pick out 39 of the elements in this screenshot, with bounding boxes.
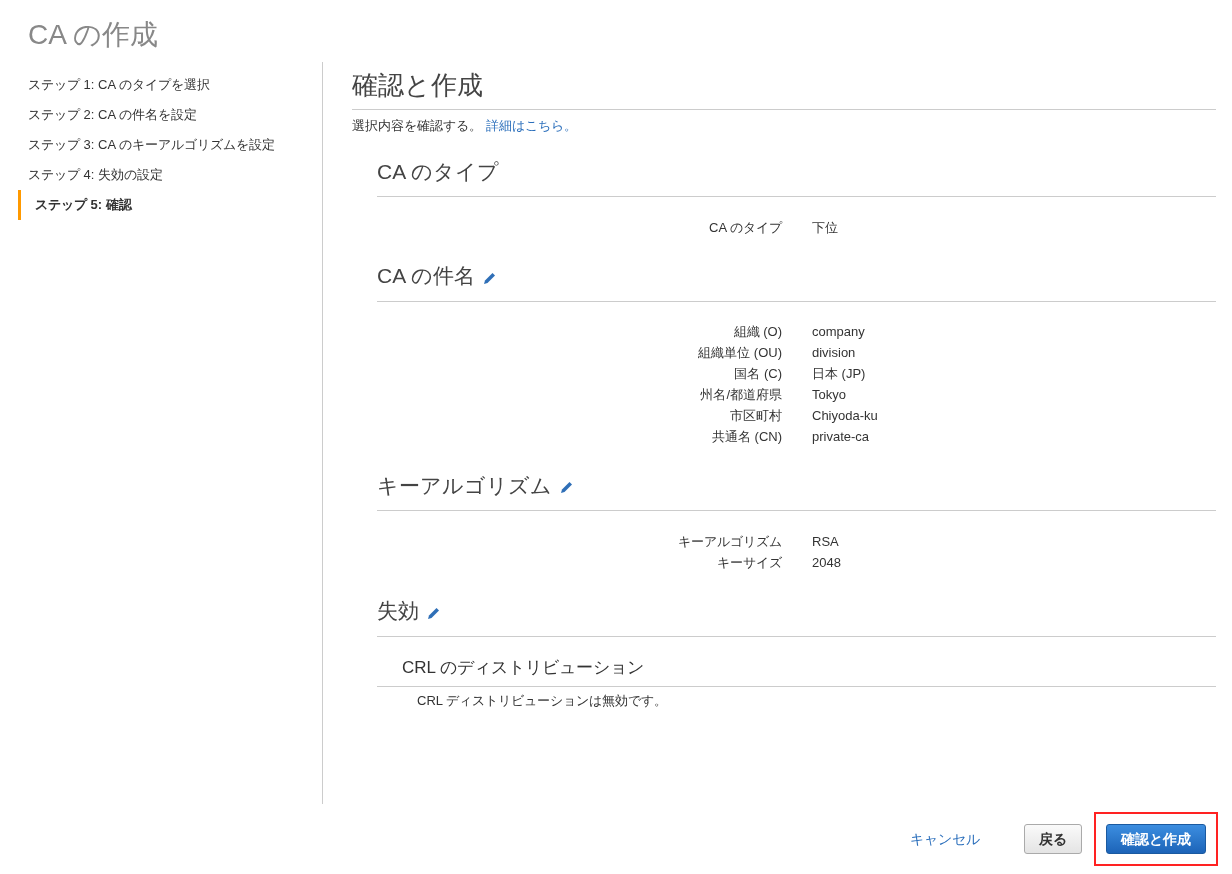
field-value: 2048 <box>812 553 841 572</box>
page-heading: 確認と作成 <box>352 62 1216 110</box>
field-value: 日本 (JP) <box>812 365 866 384</box>
wizard-step[interactable]: ステップ 2: CA の件名を設定 <box>0 100 322 130</box>
pencil-icon[interactable] <box>560 480 574 495</box>
field-value: 下位 <box>812 218 838 237</box>
field-value: division <box>812 344 856 363</box>
learn-more-link[interactable]: 詳細はこちら。 <box>485 118 577 133</box>
field-label: 州名/都道府県 <box>699 386 782 405</box>
description-text: 選択内容を確認する。 詳細はこちら。 <box>352 117 578 135</box>
subsection-title: CRL のディストリビューション <box>402 657 645 677</box>
section-title: CA のタイプ <box>377 158 499 185</box>
wizard-step[interactable]: ステップ 1: CA のタイプを選択 <box>0 70 322 100</box>
field-label: キーサイズ <box>716 553 782 572</box>
field-value: RSA <box>812 532 839 551</box>
field-label: 共通名 (CN) <box>710 428 782 447</box>
wizard-step[interactable]: ステップ 4: 失効の設定 <box>0 160 322 190</box>
create-button[interactable]: 確認と作成 <box>1106 824 1206 854</box>
page-title: CA の作成 <box>27 18 160 52</box>
field-label: キーアルゴリズム <box>677 532 782 551</box>
field-label: 市区町村 <box>729 407 782 426</box>
section-title: CA の件名 <box>377 263 475 289</box>
crl-status-text: CRL ディストリビューションは無効です。 <box>416 692 669 710</box>
field-label: 組織 (O) <box>732 323 782 342</box>
pencil-icon[interactable] <box>482 270 497 285</box>
wizard-step[interactable]: ステップ 5: 確認 <box>18 190 322 220</box>
field-label: CA のタイプ <box>708 218 782 237</box>
section-title: キーアルゴリズム <box>377 472 552 499</box>
field-value: Tokyo <box>812 386 846 405</box>
field-value: company <box>812 323 865 342</box>
pencil-icon[interactable] <box>427 605 441 620</box>
cancel-link[interactable]: キャンセル <box>910 828 980 850</box>
field-label: 国名 (C) <box>733 365 782 384</box>
wizard-step[interactable]: ステップ 3: CA のキーアルゴリズムを設定 <box>0 130 322 160</box>
field-label: 組織単位 (OU) <box>697 344 782 363</box>
section-title: 失効 <box>377 598 419 624</box>
back-button[interactable]: 戻る <box>1024 824 1082 854</box>
field-value: private-ca <box>812 428 870 447</box>
field-value: Chiyoda-ku <box>812 407 878 426</box>
